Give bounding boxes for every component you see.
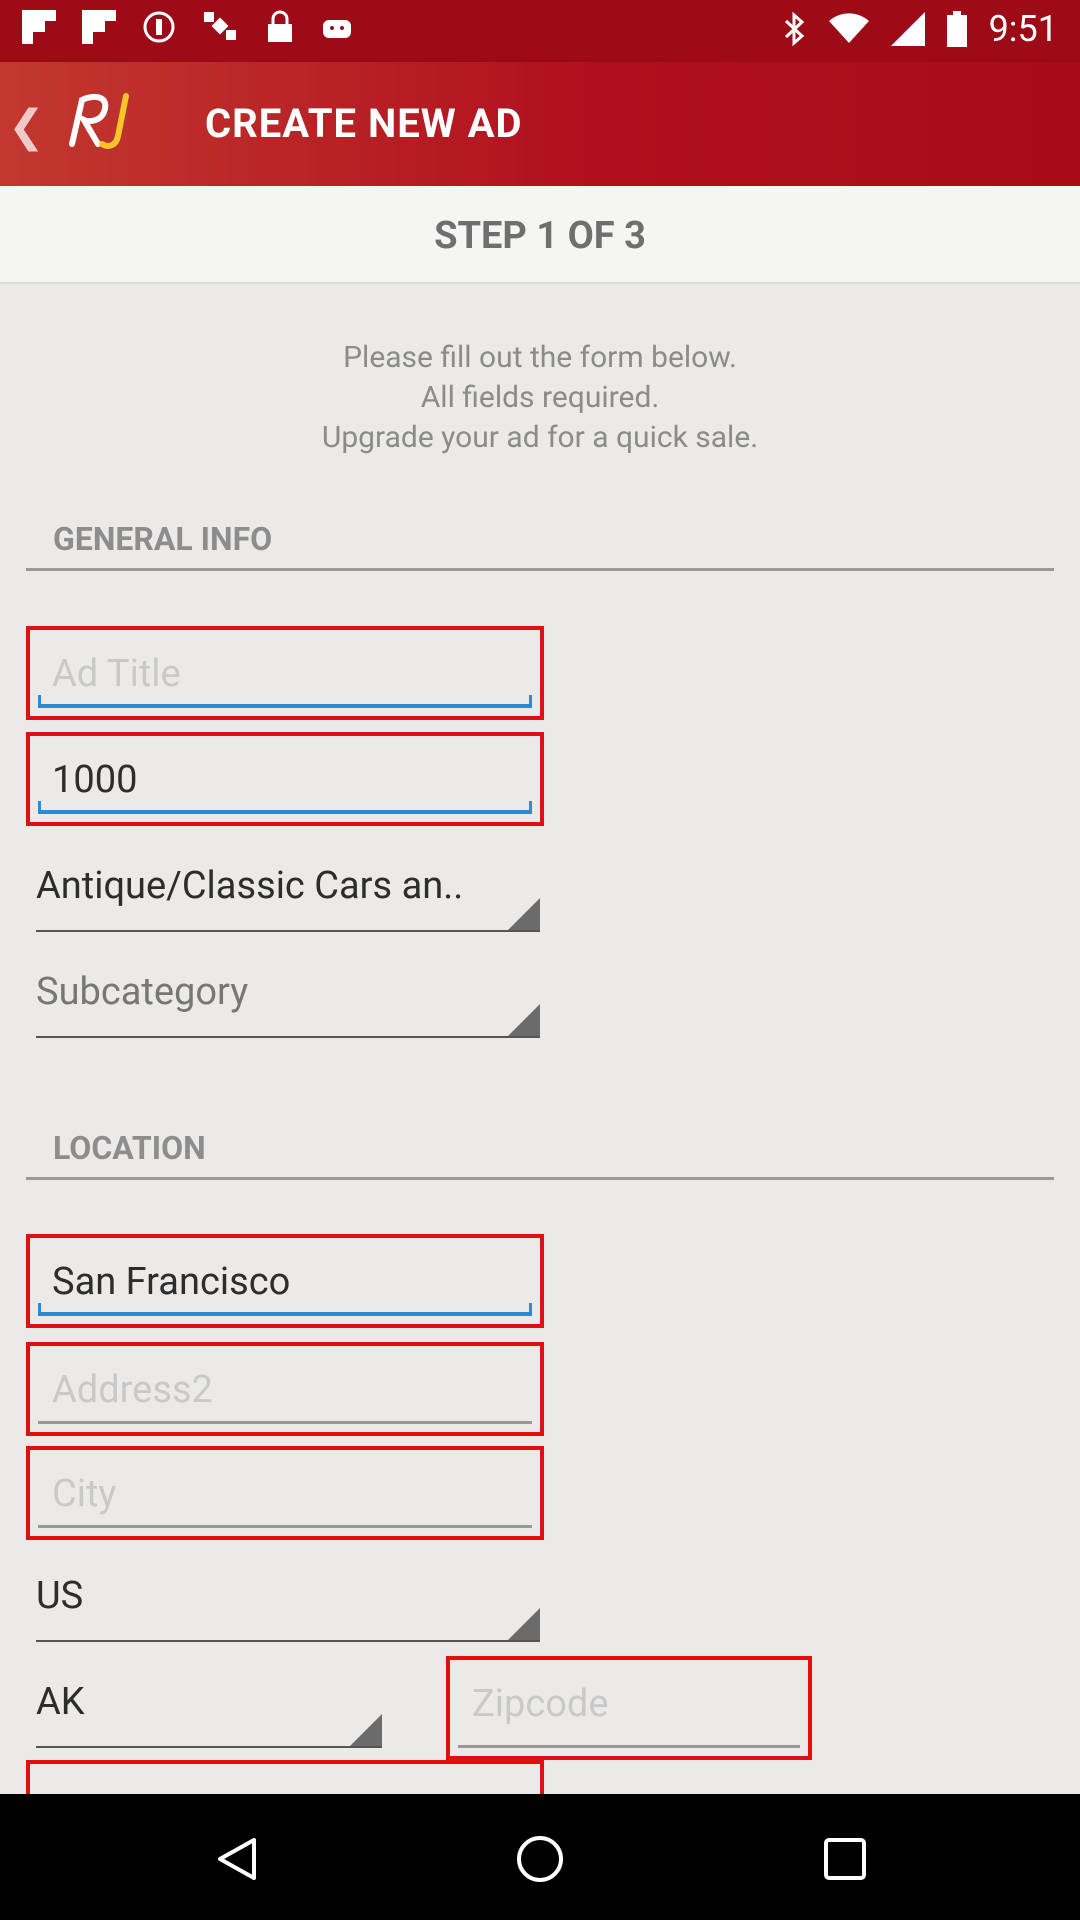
- country-value: US: [36, 1574, 84, 1618]
- status-time: 9:51: [988, 8, 1058, 50]
- city-input[interactable]: [52, 1468, 492, 1520]
- city-field[interactable]: [26, 1446, 544, 1540]
- subcategory-select[interactable]: Subcategory: [36, 966, 540, 1038]
- price-field[interactable]: [26, 732, 544, 826]
- signal-icon: [890, 12, 925, 46]
- dropdown-arrow-icon: [350, 1714, 382, 1746]
- address1-input[interactable]: [52, 1256, 492, 1308]
- flipboard-icon: [82, 10, 116, 44]
- category-select[interactable]: Antique/Classic Cars an..: [36, 860, 540, 932]
- recent-apps-icon[interactable]: [820, 1834, 870, 1884]
- status-left-icons: [22, 10, 354, 44]
- category-value: Antique/Classic Cars an..: [36, 864, 464, 908]
- flipboard-icon: [22, 10, 56, 44]
- dropdown-arrow-icon: [508, 1004, 540, 1036]
- android-icon: [323, 20, 351, 38]
- price-input[interactable]: [52, 754, 492, 806]
- subcategory-value: Subcategory: [36, 970, 249, 1014]
- state-value: AK: [36, 1680, 85, 1724]
- country-select[interactable]: US: [36, 1570, 540, 1642]
- section-location: LOCATION: [53, 1129, 206, 1167]
- address2-input[interactable]: [52, 1364, 492, 1416]
- dropdown-arrow-icon: [508, 1608, 540, 1640]
- ad-title-field[interactable]: [26, 626, 544, 720]
- instruction-line: Upgrade your ad for a quick sale.: [321, 420, 759, 455]
- status-right-icons: 9:51: [783, 8, 1058, 50]
- zipcode-input[interactable]: [472, 1678, 772, 1730]
- status-bar: 9:51: [0, 0, 1080, 62]
- state-select[interactable]: AK: [36, 1676, 382, 1748]
- section-divider: [26, 1177, 1054, 1180]
- back-icon[interactable]: [212, 1834, 262, 1884]
- lock-icon: [268, 10, 292, 42]
- rj-logo[interactable]: [64, 82, 144, 162]
- section-divider: [26, 568, 1054, 571]
- step-indicator: STEP 1 OF 3: [0, 186, 1080, 284]
- wifi-icon: [828, 13, 869, 43]
- instruction-line: Please fill out the form below.: [343, 340, 737, 375]
- form-instructions: Please fill out the form below. All fiel…: [0, 338, 1080, 458]
- back-chevron-icon[interactable]: ❮: [8, 100, 45, 152]
- ad-title-input[interactable]: [52, 648, 492, 700]
- battery-icon: [946, 11, 967, 47]
- system-nav-bar: [0, 1794, 1080, 1920]
- section-general-info: GENERAL INFO: [53, 520, 273, 558]
- zipcode-field[interactable]: [446, 1656, 812, 1760]
- app-bar: ❮ CREATE NEW AD: [0, 62, 1080, 186]
- step-label: STEP 1 OF 3: [434, 214, 646, 258]
- address1-field[interactable]: [26, 1234, 544, 1328]
- home-icon[interactable]: [515, 1834, 565, 1884]
- satellite-icon: [204, 12, 236, 40]
- bluetooth-icon: [784, 11, 804, 47]
- page-title: CREATE NEW AD: [205, 100, 523, 147]
- dropdown-arrow-icon: [508, 898, 540, 930]
- instruction-line: All fields required.: [420, 380, 660, 415]
- podcast-icon: [143, 11, 175, 43]
- address2-field[interactable]: [26, 1342, 544, 1436]
